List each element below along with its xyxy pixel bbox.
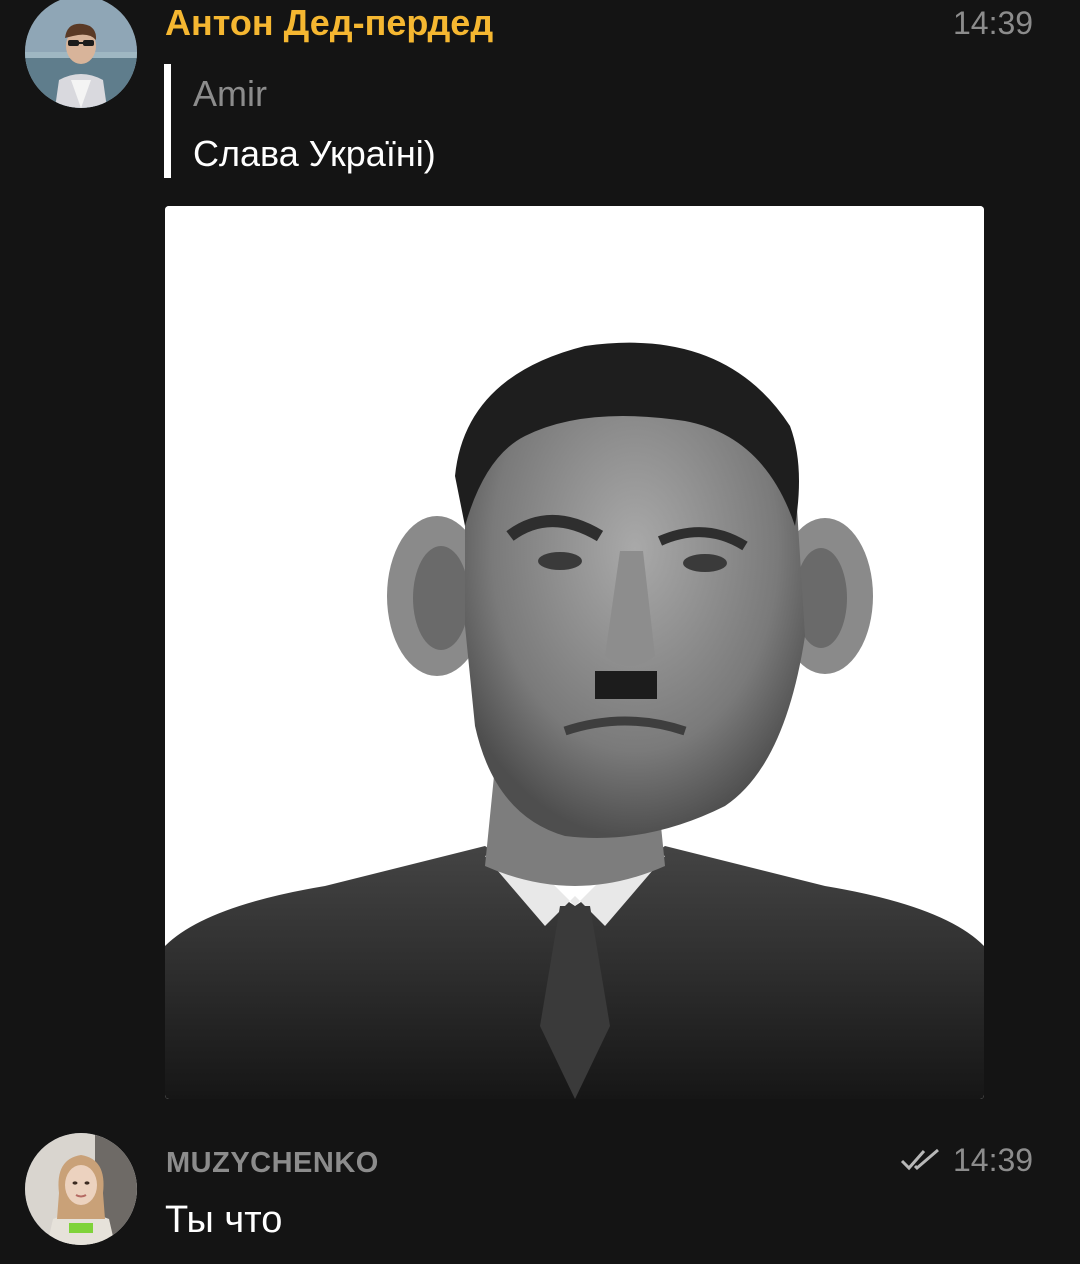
photo-attachment[interactable] — [165, 206, 984, 1099]
reply-author: Amir — [193, 73, 267, 114]
reply-text: Слава Україні) — [193, 133, 436, 174]
sender-name[interactable]: Антон Дед-пердед — [165, 3, 493, 43]
message-time: 14:39 — [953, 5, 1034, 41]
message-1: Антон Дед-пердед 14:39 Amir Слава Україн… — [0, 0, 1080, 1110]
avatar-muzychenko[interactable] — [25, 1133, 137, 1245]
message-time: 14:39 — [953, 1142, 1034, 1178]
reply-quote[interactable]: Amir Слава Україні) — [164, 64, 436, 178]
avatar-anton[interactable] — [25, 0, 137, 108]
double-check-icon — [900, 1148, 942, 1177]
sender-name[interactable]: MUZYCHENKO — [166, 1143, 379, 1183]
message-2: MUZYCHENKO 14:39 Ты что — [0, 1110, 1080, 1264]
message-text: Ты что — [165, 1199, 283, 1241]
